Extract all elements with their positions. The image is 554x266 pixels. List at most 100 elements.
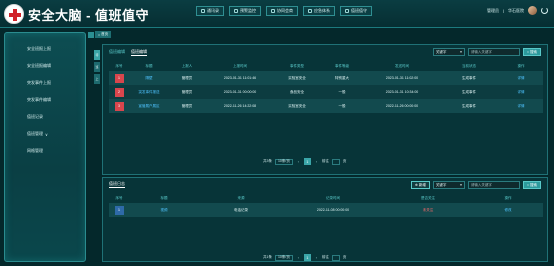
sidebar-item-incident-report[interactable]: 突发事件上报 — [5, 77, 87, 89]
log-table: 序号 标题 来源 记录时间 是否关注 操作 1 视频 电话记录 2022-11-… — [109, 193, 543, 217]
row-index: 3 — [114, 101, 124, 111]
system-icon — [308, 9, 312, 13]
keyword-select[interactable]: 关键字 ▾ — [432, 48, 465, 56]
row-type: 食品安全 — [290, 89, 304, 94]
column-header: 上报人 — [181, 63, 193, 68]
sidebar: 安全班报上报 安全班报编辑 突发事件上报 突发事件编辑 值班记录 值班管理 ∨ … — [4, 32, 86, 262]
goto-page-input[interactable] — [331, 158, 340, 165]
vertical-tab[interactable]: 班 — [94, 62, 100, 72]
avatar[interactable] — [528, 6, 537, 15]
row-edit-link[interactable]: 修改 — [473, 208, 543, 213]
table-row: 1 隔壁 管理员 2023-01-31 11:01:46 实验室安全 特别重大 … — [109, 71, 543, 85]
row-title-link[interactable]: 宣管展户展区 — [129, 104, 169, 109]
duty-edit-panel: 值班编辑 值班编辑 关键字 ▾ 请输入关键字 ○ 搜索 序号 标题 上报人 上报… — [102, 44, 548, 175]
add-button[interactable]: ⊕ 新增 — [410, 181, 430, 189]
table-header: 序号 标题 上报人 上报时间 事件类型 事件等级 发送时间 当前状态 操作 — [109, 61, 543, 71]
goto-label: 前往 — [321, 159, 329, 163]
column-header: 上报时间 — [233, 63, 247, 68]
row-index: 1 — [114, 205, 124, 215]
button-label: 搜索 — [530, 182, 537, 187]
table-header: 序号 标题 来源 记录时间 是否关注 操作 — [109, 193, 543, 203]
button-label: 新增 — [418, 182, 426, 187]
search-placeholder: 请输入关键字 — [470, 182, 492, 187]
search-button[interactable]: ○ 搜索 — [522, 48, 541, 56]
next-page-button[interactable]: › — [314, 159, 319, 165]
panel-title: 值班日志 — [109, 181, 125, 188]
sidebar-item-safety-report[interactable]: 安全班报上报 — [5, 43, 87, 55]
column-header: 是否关注 — [421, 195, 435, 200]
sidebar-item-duty-record[interactable]: 值班记录 — [5, 111, 87, 123]
row-reporter: 管理员 — [181, 89, 193, 94]
subtab-duty-edit[interactable]: 值班编辑 — [109, 49, 125, 56]
sidebar-item-incident-edit[interactable]: 突发事件编辑 — [5, 94, 87, 106]
vertical-tab[interactable]: 待 — [94, 50, 100, 60]
row-send-time: 2022-11-26 00:00:00 — [385, 104, 419, 108]
column-header: 当前状态 — [462, 63, 476, 68]
row-title-link[interactable]: 视频 — [129, 208, 199, 213]
pager-total: 共1条 — [263, 255, 272, 259]
column-header: 序号 — [115, 63, 123, 68]
row-report-time: 2022-11-26 14:22:08 — [223, 104, 257, 108]
nav-label: 值班值守 — [351, 8, 367, 13]
vertical-tab[interactable]: 上 — [94, 74, 100, 84]
nav-label: 通讯录 — [207, 8, 219, 13]
sidebar-item-safety-edit[interactable]: 安全班报编辑 — [5, 60, 87, 72]
column-header: 标题 — [160, 195, 168, 200]
nav-monitor-button[interactable]: 预警监控 — [229, 6, 261, 16]
column-header: 标题 — [145, 63, 153, 68]
tab-label: 首页 — [101, 32, 109, 36]
goto-page-input[interactable] — [331, 254, 340, 261]
keyword-select[interactable]: 关键字 ▾ — [432, 181, 465, 189]
row-detail-link[interactable]: 详情 — [499, 104, 543, 109]
goto-label: 前往 — [321, 255, 329, 259]
row-level: 特别重大 — [335, 75, 349, 80]
nav-duty-button[interactable]: 值班值守 — [340, 6, 372, 16]
collapse-sidebar-button[interactable] — [88, 32, 94, 38]
sidebar-item-label: 突发事件编辑 — [27, 97, 51, 102]
row-detail-link[interactable]: 详情 — [499, 76, 543, 81]
row-title-link[interactable]: 突发事件报送 — [129, 90, 169, 95]
nav-meeting-button[interactable]: 协同会商 — [266, 6, 298, 16]
page-size-select[interactable]: 10条/页 — [274, 254, 293, 261]
sidebar-item-duty-management[interactable]: 值班管理 ∨ — [5, 128, 87, 140]
nav-system-button[interactable]: 应急体系 — [303, 6, 335, 16]
user-area: 管理员 | 华石医院 — [487, 6, 548, 15]
row-status: 生成事件 — [462, 103, 476, 108]
subtabs: 值班编辑 值班编辑 — [109, 49, 147, 56]
vertical-tabs: 待 班 上 — [94, 50, 100, 86]
row-reporter: 管理员 — [181, 75, 193, 80]
page-number-current[interactable]: 1 — [303, 254, 311, 261]
plus-icon: ⊕ — [414, 183, 418, 187]
power-icon[interactable] — [541, 7, 548, 14]
sidebar-item-grid-management[interactable]: 网格管理 — [5, 145, 87, 157]
row-status: 生成事件 — [462, 89, 476, 94]
search-button[interactable]: ○ 搜索 — [522, 181, 541, 189]
page-number-current[interactable]: 1 — [303, 158, 311, 165]
table-row: 3 宣管展户展区 管理员 2022-11-26 14:22:08 实验室安全 一… — [109, 99, 543, 113]
nav-address-book-button[interactable]: 通讯录 — [196, 6, 224, 16]
duty-icon — [345, 9, 349, 13]
row-detail-link[interactable]: 详情 — [499, 90, 543, 95]
nav-label: 应急体系 — [314, 8, 330, 13]
column-header: 操作 — [504, 195, 512, 200]
page-unit-label: 页 — [342, 255, 347, 259]
search-input[interactable]: 请输入关键字 — [467, 181, 520, 189]
page-size-select[interactable]: 10条/页 — [274, 158, 293, 165]
search-input[interactable]: 请输入关键字 — [467, 48, 520, 56]
sidebar-item-label: 突发事件上报 — [27, 80, 51, 85]
medical-cross-logo-icon — [4, 4, 24, 24]
subtab-duty-edit-active[interactable]: 值班编辑 — [131, 49, 147, 56]
next-page-button[interactable]: › — [314, 255, 319, 261]
prev-page-button[interactable]: ‹ — [296, 159, 301, 165]
table-row: 1 视频 电话记录 2022-11-08 00:00:00 未关注 修改 — [109, 203, 543, 217]
user-role: 管理员 — [486, 7, 499, 13]
duty-log-panel: 值班日志 ⊕ 新增 关键字 ▾ 请输入关键字 ○ 搜索 序号 标题 来源 记录时… — [102, 177, 548, 262]
table-row: 2 突发事件报送 管理员 2023-01-31 00:00:00 食品安全 一般… — [109, 85, 543, 99]
prev-page-button[interactable]: ‹ — [296, 255, 301, 261]
row-title-link[interactable]: 隔壁 — [129, 76, 169, 81]
nav-label: 预警监控 — [240, 8, 256, 13]
row-status: 生成事件 — [462, 75, 476, 80]
tab-home[interactable]: ⌂ 首页 — [95, 31, 112, 38]
meeting-icon — [271, 9, 275, 13]
sidebar-item-label: 网格管理 — [27, 148, 43, 153]
